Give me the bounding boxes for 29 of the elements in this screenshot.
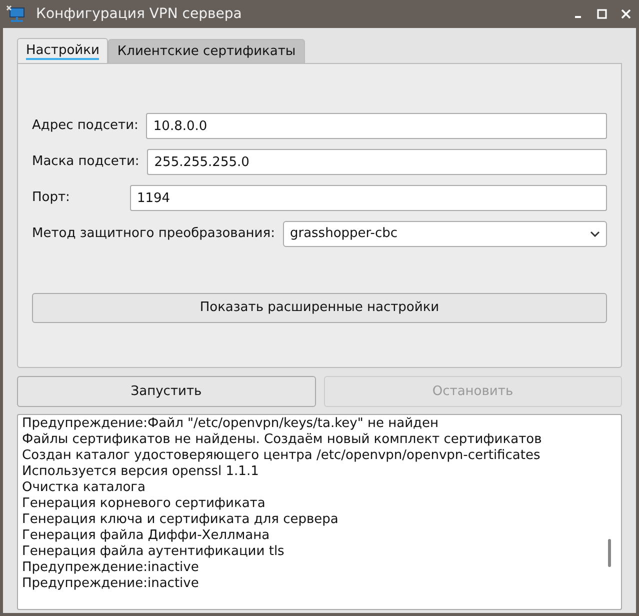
tab[interactable]: Настройки bbox=[17, 38, 108, 63]
action-button[interactable]: Запустить bbox=[17, 376, 316, 407]
input-field[interactable]: 10.8.0.0 bbox=[146, 113, 607, 139]
advanced-settings-button[interactable]: Показать расширенные настройки bbox=[32, 293, 607, 323]
log-line: Предупреждение:inactive bbox=[22, 560, 199, 576]
log-line: Генерация файла Диффи-Хеллмана bbox=[22, 528, 270, 544]
log-line: Очистка каталога bbox=[22, 480, 146, 496]
log-line: Генерация ключа и сертификата для сервера bbox=[22, 512, 338, 528]
field-label: Метод защитного преобразования: bbox=[32, 225, 275, 244]
log-line: Файлы сертификатов не найдены. Создаём новый комплект сертификатов bbox=[22, 432, 542, 448]
close-icon[interactable] bbox=[621, 9, 631, 19]
log-line: Создан каталог удостоверяющего центра /etc/openvpn/openvpn-certificates bbox=[22, 448, 540, 464]
tab[interactable]: Клиентские сертификаты bbox=[108, 39, 305, 63]
method-dropdown[interactable]: grasshopper-cbc bbox=[282, 221, 607, 247]
log-line: Генерация корневого сертификата bbox=[22, 496, 266, 512]
field-label: Адрес подсети: bbox=[32, 117, 138, 136]
log-line: Предупреждение:Файл "/etc/openvpn/keys/ta.key" не найден bbox=[22, 416, 439, 432]
input-field[interactable]: 1194 bbox=[130, 185, 607, 211]
scrollbar-handle[interactable] bbox=[608, 539, 611, 567]
field-label: Порт: bbox=[32, 189, 70, 208]
input-field[interactable]: 255.255.255.0 bbox=[147, 149, 607, 175]
maximize-icon[interactable] bbox=[597, 9, 607, 19]
field-label: Маска подсети: bbox=[32, 153, 140, 172]
network-computer-icon bbox=[6, 5, 26, 23]
log-line: Используется версия openssl 1.1.1 bbox=[22, 464, 259, 480]
log-line: Предупреждение:inactive bbox=[22, 576, 199, 592]
chevron-down-icon bbox=[590, 231, 600, 237]
window-title: Конфигурация VPN сервера bbox=[36, 4, 242, 24]
log-line: Генерация файла аутентификации tls bbox=[22, 544, 284, 560]
